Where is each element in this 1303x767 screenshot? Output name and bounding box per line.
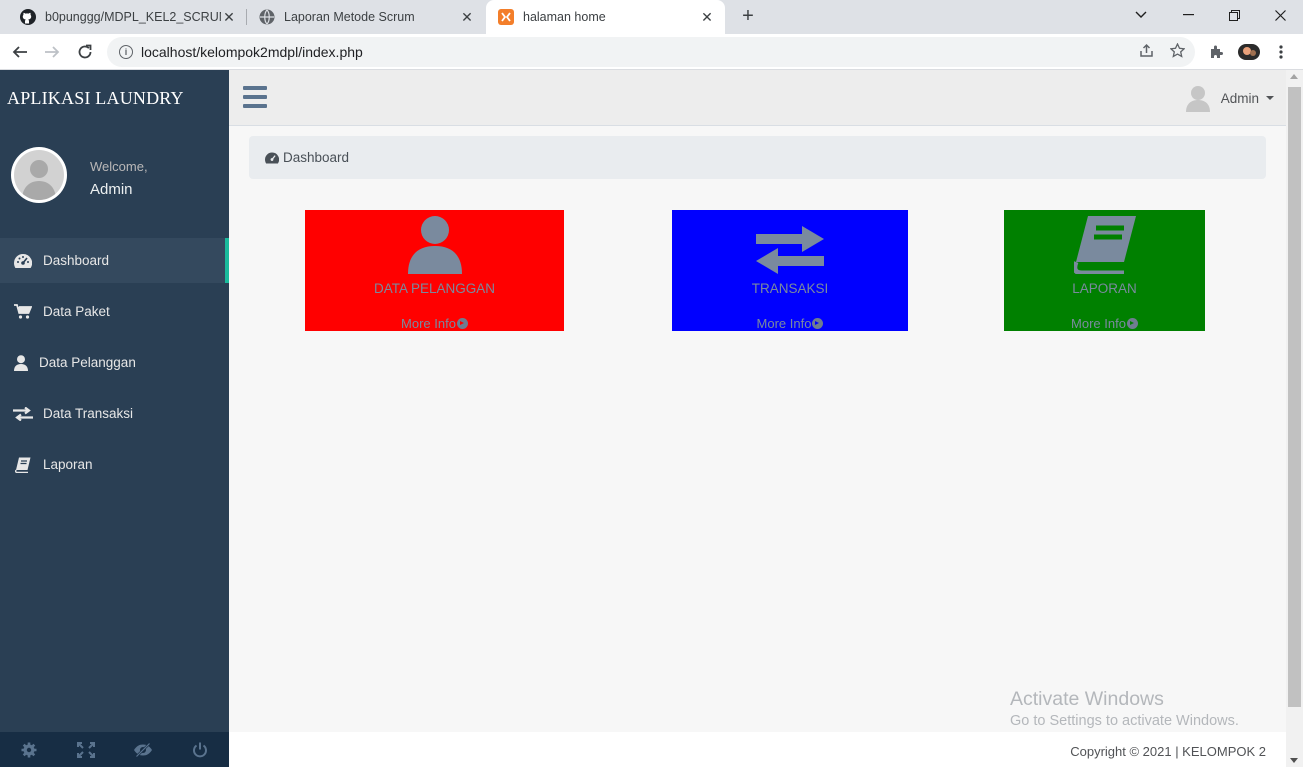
power-icon[interactable] xyxy=(172,732,229,767)
user-icon xyxy=(407,214,462,274)
more-info-link[interactable]: More Info xyxy=(757,316,824,331)
brand-title[interactable]: APLIKASI LAUNDRY xyxy=(7,88,184,109)
close-tab-icon[interactable]: ✕ xyxy=(699,9,715,26)
close-window-icon[interactable] xyxy=(1257,0,1303,30)
bookmark-star-icon[interactable] xyxy=(1169,42,1186,62)
forward-icon[interactable] xyxy=(38,38,66,66)
profile-avatar xyxy=(11,147,67,203)
user-dropdown[interactable]: Admin xyxy=(1185,84,1274,112)
tile-transaksi[interactable]: TRANSAKSI More Info xyxy=(672,210,908,331)
profile-name: Admin xyxy=(90,181,133,198)
address-bar[interactable]: i localhost/kelompok2mdpl/index.php xyxy=(107,37,1195,67)
breadcrumb: Dashboard xyxy=(249,136,1266,179)
activate-windows-subtitle: Go to Settings to activate Windows. xyxy=(1010,713,1239,729)
more-info-label: More Info xyxy=(756,316,812,331)
sidebar: APLIKASI LAUNDRY Welcome, Admin Dashboar… xyxy=(0,70,229,767)
scroll-down-icon[interactable] xyxy=(1290,758,1298,763)
user-icon xyxy=(13,354,29,371)
scroll-up-icon[interactable] xyxy=(1290,74,1298,79)
globe-icon xyxy=(259,9,275,25)
copyright-text: Copyright © 2021 | KELOMPOK 2 xyxy=(1070,744,1266,759)
profile-avatar-icon[interactable] xyxy=(1237,38,1261,66)
scrollbar-thumb[interactable] xyxy=(1288,87,1301,707)
exchange-icon xyxy=(13,406,33,422)
new-tab-icon[interactable]: + xyxy=(736,4,760,28)
back-icon[interactable] xyxy=(6,38,34,66)
user-avatar-icon xyxy=(1185,86,1210,112)
sidebar-menu: Dashboard Data Paket Data Pelanggan Data… xyxy=(0,238,229,493)
xampp-icon xyxy=(498,9,514,25)
breadcrumb-label: Dashboard xyxy=(283,150,350,165)
user-name-label: Admin xyxy=(1220,90,1259,106)
url-text: localhost/kelompok2mdpl/index.php xyxy=(141,44,363,60)
tab-title: Laporan Metode Scrum xyxy=(284,10,415,24)
page-viewport: APLIKASI LAUNDRY Welcome, Admin Dashboar… xyxy=(0,70,1303,767)
sidebar-item-laporan[interactable]: Laporan xyxy=(0,442,229,487)
tile-data-pelanggan[interactable]: DATA PELANGGAN More Info xyxy=(305,210,564,331)
github-icon xyxy=(20,9,36,25)
browser-tab-github[interactable]: b0punggg/MDPL_KEL2_SCRUM ✕ xyxy=(8,0,247,34)
cart-icon xyxy=(13,304,33,320)
arrow-circle-right-icon xyxy=(456,318,468,329)
sidebar-item-label: Data Transaksi xyxy=(43,406,134,421)
tile-title: DATA PELANGGAN xyxy=(373,281,496,296)
reload-icon[interactable] xyxy=(71,38,99,66)
welcome-label: Welcome, xyxy=(90,159,148,174)
arrow-circle-right-icon xyxy=(812,318,824,329)
more-info-label: More Info xyxy=(401,316,456,331)
extensions-puzzle-icon[interactable] xyxy=(1205,38,1229,66)
more-info-link[interactable]: More Info xyxy=(1071,316,1138,331)
browser-tab-laporan[interactable]: Laporan Metode Scrum ✕ xyxy=(247,0,485,34)
tile-title: TRANSAKSI xyxy=(751,281,829,296)
browser-toolbar: i localhost/kelompok2mdpl/index.php xyxy=(0,34,1303,70)
book-icon xyxy=(13,457,33,473)
settings-icon[interactable] xyxy=(0,732,57,767)
sidebar-item-data-transaksi[interactable]: Data Transaksi xyxy=(0,391,229,436)
sidebar-item-label: Data Paket xyxy=(43,304,110,319)
sidebar-item-data-pelanggan[interactable]: Data Pelanggan xyxy=(0,340,229,385)
menu-toggle-icon[interactable] xyxy=(243,86,267,108)
chevron-down-icon xyxy=(1266,96,1274,100)
tab-title: halaman home xyxy=(523,10,606,24)
dashboard-icon xyxy=(13,253,33,269)
sidebar-item-label: Data Pelanggan xyxy=(39,355,136,370)
tab-title: b0punggg/MDPL_KEL2_SCRUM xyxy=(45,10,221,24)
top-navbar: Admin xyxy=(229,70,1286,126)
more-info-link[interactable]: More Info xyxy=(401,316,468,331)
user-silhouette-icon xyxy=(22,160,56,200)
vertical-scrollbar[interactable] xyxy=(1286,70,1303,767)
book-icon xyxy=(1073,214,1136,274)
eye-slash-icon[interactable] xyxy=(115,732,172,767)
share-icon[interactable] xyxy=(1139,43,1154,62)
minimize-icon[interactable] xyxy=(1165,0,1211,30)
close-tab-icon[interactable]: ✕ xyxy=(221,9,237,26)
site-info-icon[interactable]: i xyxy=(119,45,133,59)
fullscreen-icon[interactable] xyxy=(57,732,114,767)
tile-laporan[interactable]: LAPORAN More Info xyxy=(1004,210,1205,331)
activate-windows-title: Activate Windows xyxy=(1010,688,1164,710)
browser-tab-halaman-home[interactable]: halaman home ✕ xyxy=(486,0,725,34)
page-footer: Copyright © 2021 | KELOMPOK 2 xyxy=(229,732,1286,767)
dashboard-icon xyxy=(265,152,279,163)
sidebar-item-dashboard[interactable]: Dashboard xyxy=(0,238,229,283)
tile-title: LAPORAN xyxy=(1072,281,1137,296)
sidebar-item-label: Laporan xyxy=(43,457,93,472)
sidebar-item-data-paket[interactable]: Data Paket xyxy=(0,289,229,334)
browser-tab-strip: b0punggg/MDPL_KEL2_SCRUM ✕ Laporan Metod… xyxy=(0,0,1303,34)
restore-icon[interactable] xyxy=(1211,0,1257,30)
browser-menu-icon[interactable] xyxy=(1270,38,1292,66)
exchange-icon xyxy=(756,214,824,274)
arrow-circle-right-icon xyxy=(1126,318,1138,329)
close-tab-icon[interactable]: ✕ xyxy=(459,9,475,26)
sidebar-item-label: Dashboard xyxy=(43,253,110,268)
tab-search-icon[interactable] xyxy=(1118,0,1164,30)
more-info-label: More Info xyxy=(1071,316,1126,331)
sidebar-footer xyxy=(0,732,229,767)
